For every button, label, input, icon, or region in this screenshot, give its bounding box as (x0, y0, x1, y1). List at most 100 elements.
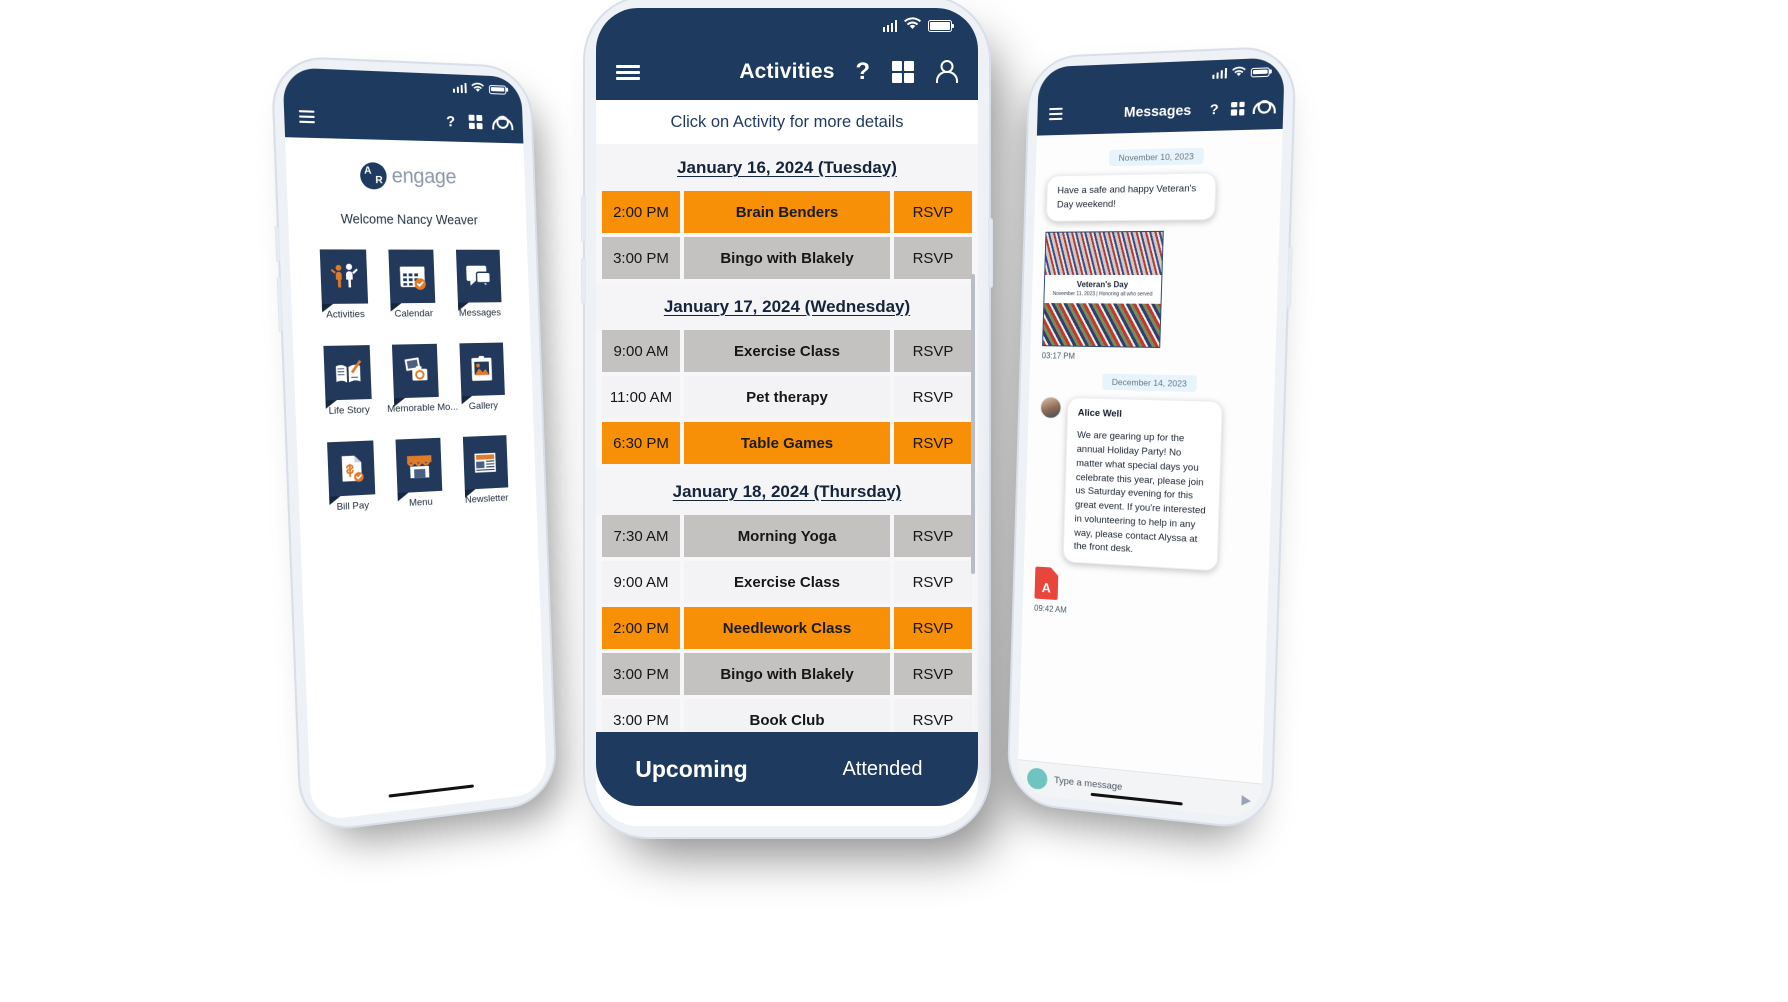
message-timestamp: 09:42 AM (1034, 603, 1067, 615)
activity-row[interactable]: 7:30 AM Morning Yoga RSVP (596, 515, 978, 561)
rsvp-button[interactable]: RSVP (894, 330, 972, 372)
day-header: January 16, 2024 (Tuesday) (596, 144, 978, 191)
message-timestamp: 03:17 PM (1041, 350, 1076, 361)
pdf-icon[interactable] (1034, 566, 1059, 601)
power-button[interactable] (988, 218, 993, 288)
activity-name[interactable]: Exercise Class (684, 330, 890, 372)
volume-down-button[interactable] (581, 258, 586, 304)
activity-row[interactable]: 3:00 PM Book Club RSVP (596, 699, 978, 732)
help-icon[interactable]: ? (1210, 101, 1219, 118)
wifi-icon (471, 79, 484, 98)
help-icon[interactable]: ? (446, 112, 456, 130)
help-icon[interactable]: ? (855, 60, 870, 84)
apps-grid-icon[interactable] (892, 61, 914, 83)
bill-pay-icon (327, 440, 376, 497)
flag-field-image (1045, 231, 1163, 275)
activity-name[interactable]: Exercise Class (684, 561, 890, 603)
activity-row[interactable]: 9:00 AM Exercise Class RSVP (596, 330, 978, 376)
activities-list[interactable]: January 16, 2024 (Tuesday) 2:00 PM Brain B… (596, 144, 978, 732)
center-phone-activities: Activities ? Click on Activity for more … (581, 8, 993, 826)
message-image-card[interactable]: Veteran's Day November 11, 2023 | Honori… (1042, 230, 1164, 348)
rsvp-button[interactable]: RSVP (894, 699, 972, 732)
rsvp-button[interactable]: RSVP (894, 191, 972, 233)
app-life-story[interactable]: Life Story (316, 345, 380, 418)
activity-name[interactable]: Bingo with Blakely (684, 237, 890, 279)
right-phone-messages: Messages ? November 10, 2023 Have a safe… (1017, 57, 1293, 820)
rsvp-button[interactable]: RSVP (894, 376, 972, 418)
activity-row[interactable]: 3:00 PM Bingo with Blakely RSVP (596, 653, 978, 699)
power-button[interactable] (1286, 246, 1293, 308)
activity-name[interactable]: Morning Yoga (684, 515, 890, 557)
card-title: Veteran's Day (1076, 279, 1129, 289)
day-date-label: January 18, 2024 (Thursday) (672, 482, 902, 501)
activity-time: 9:00 AM (602, 561, 680, 603)
activity-time: 2:00 PM (602, 607, 680, 649)
activity-time: 3:00 PM (602, 237, 680, 279)
apps-grid-icon[interactable] (468, 114, 483, 130)
volume-down-button[interactable] (276, 276, 284, 332)
menu-icon[interactable] (298, 110, 315, 124)
app-memorable-moments[interactable]: Memorable Mo... (385, 343, 458, 415)
tab-attended[interactable]: Attended (787, 758, 978, 781)
volume-up-button[interactable] (274, 225, 281, 263)
message-input[interactable]: Type a message (1054, 775, 1123, 793)
tab-upcoming[interactable]: Upcoming (596, 756, 787, 783)
message-thread[interactable]: November 10, 2023 Have a safe and happy … (1020, 129, 1283, 717)
day-date-label: January 17, 2024 (Wednesday) (663, 297, 911, 316)
activity-row[interactable]: 11:00 AM Pet therapy RSVP (596, 376, 978, 422)
activity-row[interactable]: 9:00 AM Exercise Class RSVP (596, 561, 978, 607)
activity-row[interactable]: 2:00 PM Needlework Class RSVP (596, 607, 978, 653)
date-separator: November 10, 2023 (1047, 144, 1269, 168)
app-messages[interactable]: Messages (448, 249, 509, 319)
battery-icon (488, 84, 507, 95)
rsvp-button[interactable]: RSVP (894, 561, 972, 603)
activity-name[interactable]: Bingo with Blakely (684, 653, 890, 695)
compose-bar[interactable]: Type a message (1017, 759, 1262, 820)
rsvp-button[interactable]: RSVP (894, 237, 972, 279)
date-label: December 14, 2023 (1101, 373, 1198, 392)
flag-closeup-image (1043, 302, 1161, 347)
center-nav-bar: Activities ? (596, 44, 978, 100)
app-activities[interactable]: Activities (312, 249, 376, 321)
activity-name[interactable]: Needlework Class (684, 607, 890, 649)
activity-name[interactable]: Brain Benders (684, 191, 890, 233)
activities-icon (319, 249, 369, 304)
app-calendar[interactable]: Calendar (381, 249, 443, 320)
rsvp-button[interactable]: RSVP (894, 422, 972, 464)
profile-icon[interactable] (496, 115, 510, 131)
message-item: Alice Well We are gearing up for the ann… (1036, 395, 1262, 574)
battery-icon (1250, 66, 1270, 77)
volume-up-button[interactable] (581, 196, 586, 242)
scrollbar-thumb[interactable] (971, 274, 975, 574)
memorable-moments-icon (392, 343, 440, 399)
day-header: January 17, 2024 (Wednesday) (596, 283, 978, 330)
left-nav-bar: ? (283, 94, 524, 144)
activity-row[interactable]: 2:00 PM Brain Benders RSVP (596, 191, 978, 237)
life-story-icon (323, 345, 372, 401)
profile-icon[interactable] (1257, 100, 1271, 115)
rsvp-button[interactable]: RSVP (894, 607, 972, 649)
compose-avatar (1026, 767, 1048, 791)
activity-row[interactable]: 3:00 PM Bingo with Blakely RSVP (596, 237, 978, 283)
menu-icon[interactable] (616, 64, 640, 80)
app-menu[interactable]: Menu (388, 437, 450, 510)
activity-name[interactable]: Table Games (684, 422, 890, 464)
day-date-label: January 16, 2024 (Tuesday) (677, 158, 897, 177)
app-gallery[interactable]: Gallery (452, 342, 513, 412)
gallery-icon (459, 342, 505, 397)
app-bill-pay[interactable]: Bill Pay (319, 440, 383, 514)
rsvp-button[interactable]: RSVP (894, 515, 972, 557)
activity-row[interactable]: 6:30 PM Table Games RSVP (596, 422, 978, 468)
activity-name[interactable]: Book Club (684, 699, 890, 732)
rsvp-button[interactable]: RSVP (894, 653, 972, 695)
send-icon[interactable] (1241, 794, 1252, 806)
profile-icon[interactable] (936, 60, 958, 84)
activity-name[interactable]: Pet therapy (684, 376, 890, 418)
app-newsletter[interactable]: Newsletter (455, 435, 515, 506)
date-separator: December 14, 2023 (1041, 370, 1262, 393)
calendar-icon (388, 249, 436, 304)
wifi-icon (1232, 63, 1246, 82)
signal-icon (882, 20, 897, 32)
apps-grid-icon[interactable] (1230, 101, 1245, 116)
app-grid: Activities Calendar Messages Life Story … (289, 232, 537, 515)
